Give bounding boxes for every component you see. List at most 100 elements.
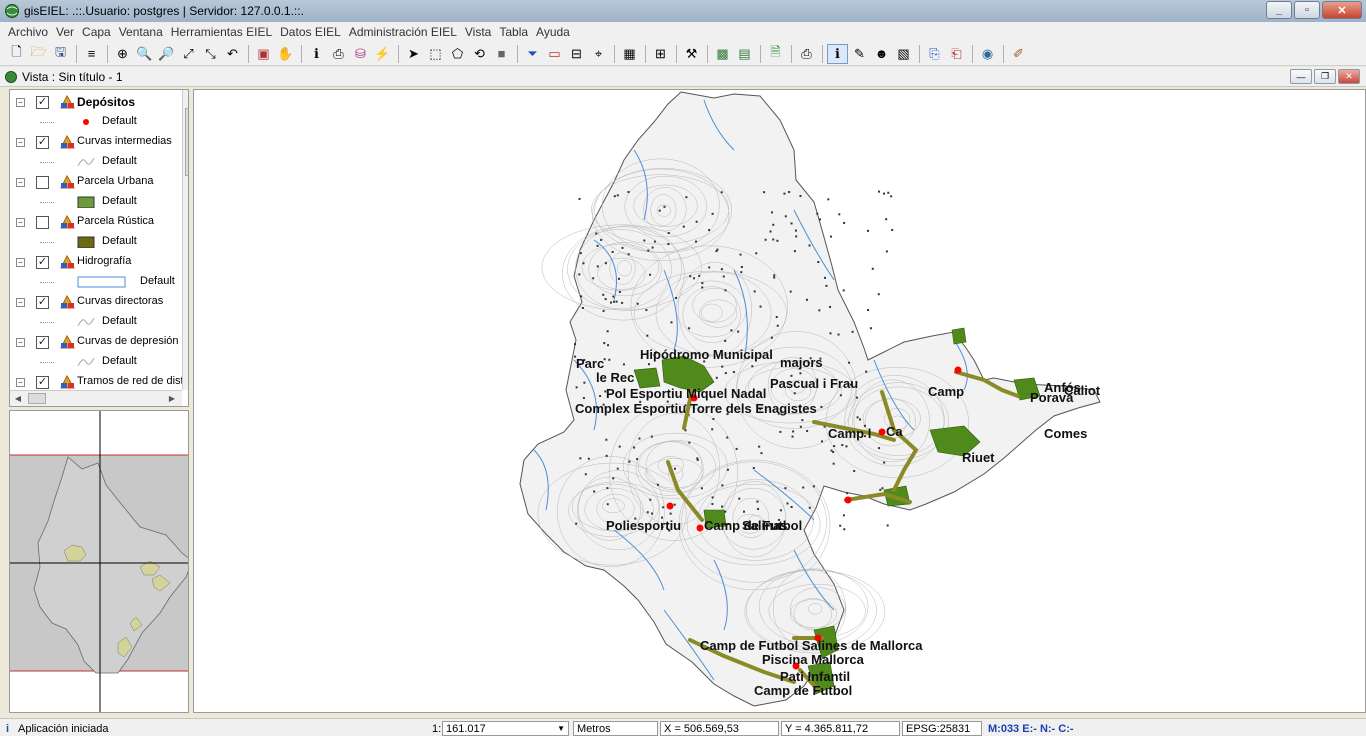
zoom-select-icon[interactable]: ⤢ bbox=[178, 44, 199, 64]
layer-row[interactable]: − ✓ Curvas intermedias bbox=[10, 132, 178, 152]
zoom-full-icon[interactable]: ⊕ bbox=[112, 44, 133, 64]
user-icon[interactable]: ☻ bbox=[871, 44, 892, 64]
tree-collapse-icon[interactable]: − bbox=[16, 298, 25, 307]
tree-collapse-icon[interactable]: − bbox=[16, 138, 25, 147]
menu-datos-eiel[interactable]: Datos EIEL bbox=[276, 25, 345, 39]
open-folder-icon[interactable]: 🗁 bbox=[28, 44, 49, 64]
zoom-extent-icon[interactable]: ⤡ bbox=[200, 44, 221, 64]
menu-herramientas-eiel[interactable]: Herramientas EIEL bbox=[167, 25, 276, 39]
layer-checkbox[interactable]: ✓ bbox=[36, 376, 49, 389]
zoom-previous-icon[interactable]: ↶ bbox=[222, 44, 243, 64]
pdf-icon[interactable]: ⎗ bbox=[946, 44, 967, 64]
layer-checkbox[interactable] bbox=[36, 176, 49, 189]
add-layer-icon[interactable]: ▣ bbox=[253, 44, 274, 64]
maximize-button[interactable]: ▫ bbox=[1294, 1, 1320, 19]
layer-row[interactable]: − Parcela Rústica bbox=[10, 212, 178, 232]
tree-collapse-icon[interactable]: − bbox=[16, 98, 25, 107]
select-poly-icon[interactable]: ⬠ bbox=[447, 44, 468, 64]
scroll-right-icon[interactable]: ▶ bbox=[164, 391, 180, 406]
tree-collapse-icon[interactable]: − bbox=[16, 258, 25, 267]
tree-collapse-icon[interactable]: − bbox=[16, 378, 25, 387]
deposit-point[interactable] bbox=[666, 502, 674, 510]
scale-combo[interactable]: 161.017 ▼ bbox=[442, 721, 569, 736]
layer-row[interactable]: − ✓ Curvas de depresión bbox=[10, 332, 179, 352]
table-icon[interactable]: ⊟ bbox=[566, 44, 587, 64]
layer-checkbox[interactable] bbox=[36, 216, 49, 229]
chevron-down-icon[interactable]: ▼ bbox=[557, 724, 565, 733]
locate-icon[interactable]: ⌖ bbox=[588, 44, 609, 64]
menu-administracion-eiel[interactable]: Administración EIEL bbox=[345, 25, 461, 39]
view-minimize-button[interactable]: — bbox=[1290, 69, 1312, 84]
globe-tool-icon[interactable]: ◉ bbox=[977, 44, 998, 64]
menu-tabla[interactable]: Tabla bbox=[495, 25, 532, 39]
edit-polygon-icon[interactable]: ✎ bbox=[849, 44, 870, 64]
menu-ayuda[interactable]: Ayuda bbox=[532, 25, 574, 39]
menu-capa[interactable]: Capa bbox=[78, 25, 115, 39]
tree-collapse-icon[interactable]: − bbox=[16, 338, 25, 347]
close-button[interactable]: ✕ bbox=[1322, 1, 1362, 19]
scroll-h-thumb[interactable] bbox=[28, 393, 46, 404]
menu-vista[interactable]: Vista bbox=[461, 25, 495, 39]
info-query-icon[interactable]: ℹ bbox=[827, 43, 848, 64]
attributes-icon[interactable]: ▦ bbox=[619, 44, 640, 64]
layer-row[interactable]: − ✓ Hidrografía bbox=[10, 252, 178, 272]
pan-hand-icon[interactable]: ✋ bbox=[275, 44, 296, 64]
map-view[interactable]: Hipódromo Municipal Parc le Rec majors P… bbox=[193, 89, 1366, 713]
edit-icon[interactable]: ✐ bbox=[1008, 44, 1029, 64]
tree-collapse-icon[interactable]: − bbox=[16, 178, 25, 187]
view-restore-button[interactable]: ❐ bbox=[1314, 69, 1336, 84]
map-layout-icon[interactable]: ▩ bbox=[712, 44, 733, 64]
hyperlink-icon[interactable]: ⛁ bbox=[350, 44, 371, 64]
menu-ver[interactable]: Ver bbox=[52, 25, 78, 39]
zoom-in-icon[interactable]: 🔍 bbox=[134, 44, 155, 64]
invert-selection-icon[interactable]: ⟲ bbox=[469, 44, 490, 64]
layer-checkbox[interactable]: ✓ bbox=[36, 96, 49, 109]
layer-checkbox[interactable]: ✓ bbox=[36, 256, 49, 269]
layer-checkbox[interactable]: ✓ bbox=[36, 336, 49, 349]
building-dot bbox=[575, 522, 578, 525]
locator-map[interactable] bbox=[9, 410, 189, 713]
deposit-point[interactable] bbox=[878, 428, 886, 436]
deposit-point[interactable] bbox=[844, 496, 852, 504]
zoom-out-icon[interactable]: 🔎 bbox=[156, 44, 177, 64]
new-file-icon[interactable]: 🗋 bbox=[6, 44, 27, 64]
save-icon[interactable]: 🖫 bbox=[50, 44, 71, 64]
layer-row[interactable]: − ✓ Depósitos bbox=[10, 92, 178, 112]
layer-row[interactable]: − ✓ Tramos de red de distribución bbox=[10, 372, 188, 392]
scroll-thumb[interactable] bbox=[185, 108, 188, 176]
report-icon[interactable]: ▧ bbox=[893, 44, 914, 64]
tree-collapse-icon[interactable]: − bbox=[16, 218, 25, 227]
scroll-down-icon[interactable]: ▼ bbox=[183, 372, 188, 388]
minimize-button[interactable]: _ bbox=[1266, 1, 1292, 19]
menu-ventana[interactable]: Ventana bbox=[115, 25, 167, 39]
info-icon[interactable]: ℹ bbox=[306, 44, 327, 64]
scroll-left-icon[interactable]: ◀ bbox=[10, 391, 26, 406]
map-export-icon[interactable]: ▤ bbox=[734, 44, 755, 64]
copy-icon[interactable]: ⎘ bbox=[924, 44, 945, 64]
print-icon[interactable]: ⎙ bbox=[328, 44, 349, 64]
deposit-point[interactable] bbox=[954, 366, 962, 374]
layer-checkbox[interactable]: ✓ bbox=[36, 136, 49, 149]
lightning-icon[interactable]: ⚡ bbox=[372, 44, 393, 64]
clear-selection-icon[interactable]: ■ bbox=[491, 44, 512, 64]
layers-icon[interactable]: ≡ bbox=[81, 44, 102, 64]
document-icon[interactable]: 🗎 bbox=[765, 44, 786, 64]
rectangle-icon[interactable]: ▭ bbox=[544, 44, 565, 64]
toc-horizontal-scrollbar[interactable]: ◀ ▶ bbox=[10, 390, 182, 406]
layer-row[interactable]: − Parcela Urbana bbox=[10, 172, 178, 192]
menu-archivo[interactable]: Archivo bbox=[4, 25, 52, 39]
building-dot bbox=[758, 445, 761, 448]
layer-row[interactable]: − ✓ Curvas directoras bbox=[10, 292, 178, 312]
grid-icon[interactable]: ⊞ bbox=[650, 44, 671, 64]
layer-checkbox[interactable]: ✓ bbox=[36, 296, 49, 309]
filter-icon[interactable]: ⏷ bbox=[522, 44, 543, 64]
select-rect-icon[interactable]: ⬚ bbox=[425, 44, 446, 64]
toc-vertical-scrollbar[interactable]: ▲ ▼ bbox=[182, 90, 188, 390]
tools-icon[interactable]: ⚒ bbox=[681, 44, 702, 64]
building-dot bbox=[827, 198, 830, 201]
view-close-button[interactable]: ✕ bbox=[1338, 69, 1360, 84]
deposit-point[interactable] bbox=[696, 524, 704, 532]
scroll-up-icon[interactable]: ▲ bbox=[183, 90, 188, 106]
select-arrow-icon[interactable]: ➤ bbox=[403, 44, 424, 64]
printer-icon[interactable]: ⎙ bbox=[796, 44, 817, 64]
